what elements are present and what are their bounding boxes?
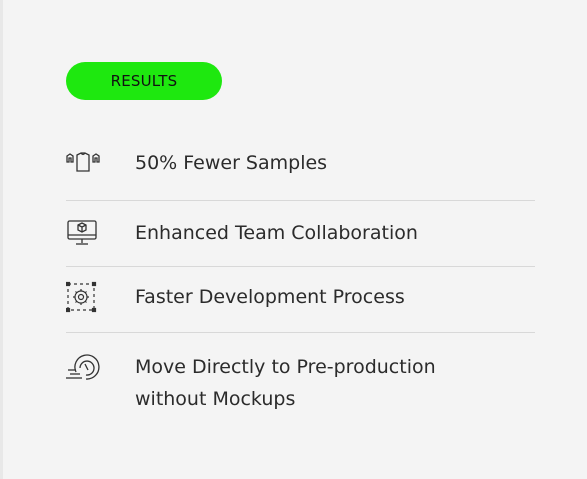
result-item-fewer-samples: 50% Fewer Samples bbox=[66, 146, 535, 180]
result-label: Move Directly to Pre-production without … bbox=[135, 356, 436, 410]
speedometer-icon bbox=[66, 350, 100, 384]
result-item-pre-production: Move Directly to Pre-production without … bbox=[66, 350, 535, 414]
divider bbox=[66, 200, 535, 201]
divider bbox=[66, 332, 535, 333]
result-label: Faster Development Process bbox=[135, 286, 405, 308]
results-badge-label: RESULTS bbox=[110, 72, 178, 90]
monitor-3d-icon bbox=[66, 216, 100, 250]
divider bbox=[66, 266, 535, 267]
result-item-faster-development: Faster Development Process bbox=[66, 280, 535, 314]
gear-process-icon bbox=[66, 280, 100, 314]
result-label: Enhanced Team Collaboration bbox=[135, 222, 418, 244]
results-badge: RESULTS bbox=[66, 62, 222, 100]
result-label: 50% Fewer Samples bbox=[135, 152, 328, 174]
left-edge-shadow bbox=[0, 0, 3, 479]
result-item-team-collaboration: Enhanced Team Collaboration bbox=[66, 216, 535, 250]
garment-samples-icon bbox=[66, 146, 100, 180]
